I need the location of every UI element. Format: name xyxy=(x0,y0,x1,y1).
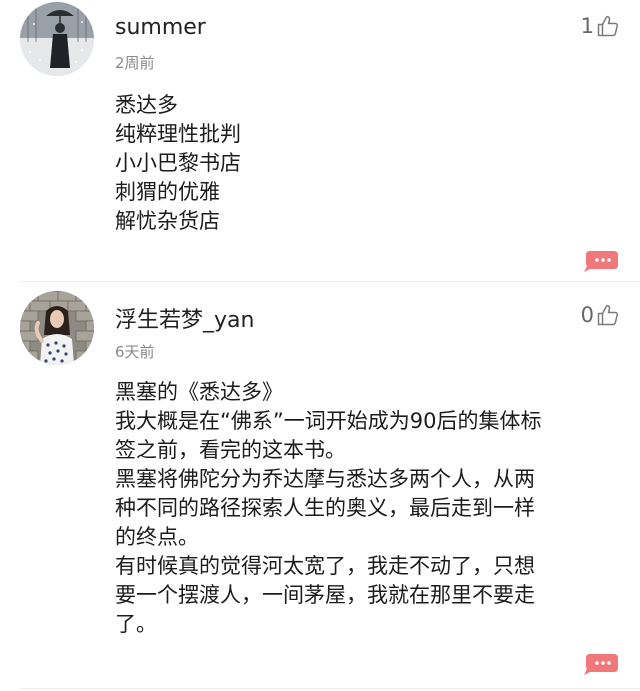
avatar[interactable] xyxy=(20,2,94,76)
thumbs-up-icon xyxy=(596,303,620,327)
timestamp: 6天前 xyxy=(115,343,155,361)
like-count: 1 xyxy=(580,14,594,38)
comment-line: 要一个摆渡人，一间茅屋，我就在那里不要走 xyxy=(115,583,535,607)
speech-bubble-dots-icon xyxy=(584,251,618,272)
comment-line: 签之前，看完的这本书。 xyxy=(115,438,346,462)
username[interactable]: 浮生若梦_yan xyxy=(115,302,254,334)
comment-line: 我大概是在“佛系”一词开始成为90后的集体标 xyxy=(115,409,542,433)
comment-line: 解忧杂货店 xyxy=(115,209,220,233)
comment-line: 小小巴黎书店 xyxy=(115,151,241,175)
comment-body: 黑塞的《悉达多》 我大概是在“佛系”一词开始成为90后的集体标 签之前，看完的这… xyxy=(115,378,615,639)
username[interactable]: summer xyxy=(115,15,206,40)
comment-line: 刺猬的优雅 xyxy=(115,180,220,204)
comment-line: 了。 xyxy=(115,612,157,636)
timestamp: 2周前 xyxy=(115,54,155,72)
comment-line: 纯粹理性批判 xyxy=(115,122,241,146)
like-button[interactable]: 0 xyxy=(581,303,620,327)
speech-bubble-dots-icon xyxy=(584,654,618,675)
comment-line: 悉达多 xyxy=(115,93,178,117)
thumbs-up-icon xyxy=(596,14,620,38)
avatar[interactable] xyxy=(20,291,94,365)
reply-button[interactable] xyxy=(582,249,620,273)
comment-line: 黑塞将佛陀分为乔达摩与悉达多两个人，从两 xyxy=(115,467,535,491)
comment-line: 有时候真的觉得河太宽了，我走不动了，只想 xyxy=(115,554,535,578)
comment-line: 黑塞的《悉达多》 xyxy=(115,380,283,404)
like-button[interactable]: 1 xyxy=(581,14,620,38)
comment-divider xyxy=(20,688,640,689)
reply-button[interactable] xyxy=(582,652,620,676)
like-count: 0 xyxy=(580,303,594,327)
comment-line: 的终点。 xyxy=(115,525,199,549)
comment-body: 悉达多 纯粹理性批判 小小巴黎书店 刺猬的优雅 解忧杂货店 xyxy=(115,91,615,236)
comment-line: 种不同的路径探索人生的奥义，最后走到一样 xyxy=(115,496,535,520)
comment-divider xyxy=(20,281,640,282)
